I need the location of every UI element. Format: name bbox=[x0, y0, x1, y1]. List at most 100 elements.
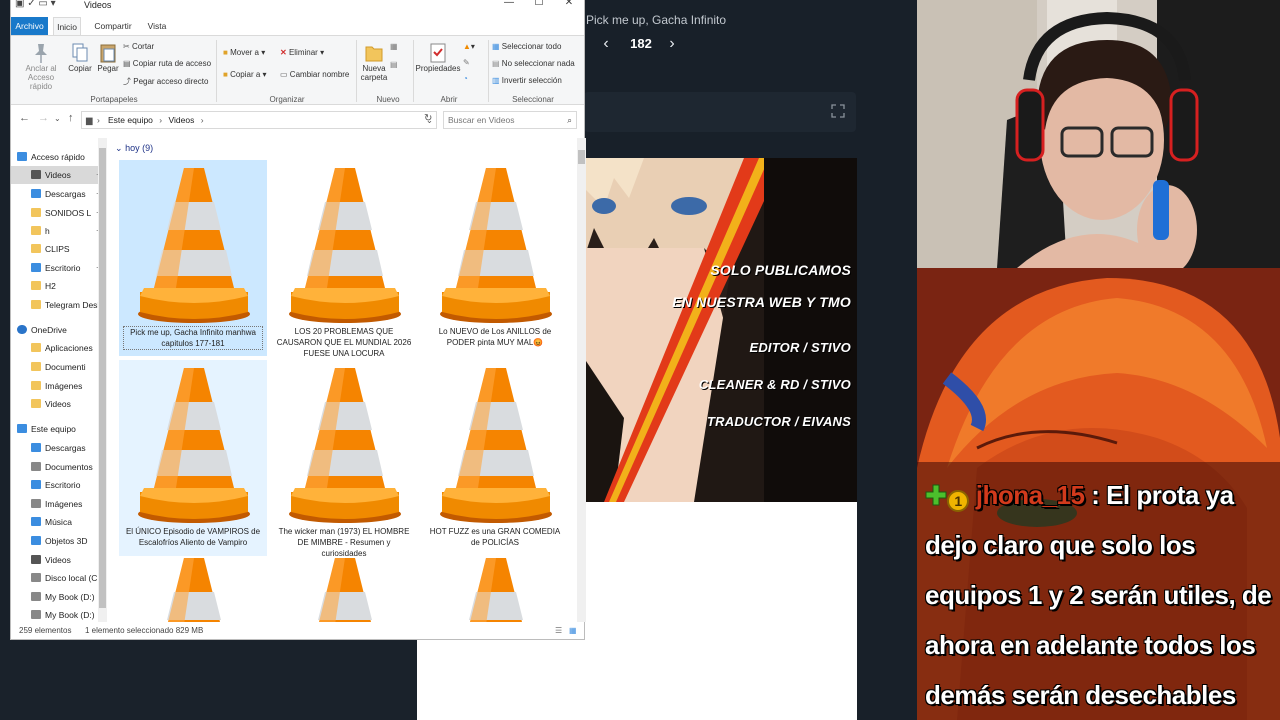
recent-chevron-icon[interactable]: ⌄ bbox=[54, 114, 61, 123]
content-scrollbar[interactable] bbox=[577, 138, 586, 622]
maximize-button[interactable]: ☐ bbox=[525, 0, 553, 11]
file-tile[interactable] bbox=[119, 550, 267, 622]
invert-selection-button[interactable]: ▥ Invertir selección bbox=[492, 76, 562, 85]
search-icon: ⌕ bbox=[567, 115, 572, 125]
sidebar-item[interactable]: Documentos bbox=[11, 458, 103, 476]
sidebar-item[interactable]: Videos bbox=[11, 551, 103, 569]
select-none-button[interactable]: ▤ No seleccionar nada bbox=[492, 59, 575, 68]
drive-icon bbox=[31, 573, 41, 582]
sidebar-item[interactable]: Imágenes bbox=[11, 377, 103, 395]
rename-button[interactable]: ▭ Cambiar nombre bbox=[280, 70, 349, 79]
tab-home[interactable]: Inicio bbox=[53, 17, 81, 35]
path-icon: ▤ bbox=[123, 59, 131, 68]
details-view-icon[interactable]: ☰ bbox=[555, 622, 562, 639]
sidebar-item[interactable]: CLIPS bbox=[11, 240, 103, 258]
file-tile[interactable]: El ÚNICO Episodio de VAMPIROS de Escalof… bbox=[119, 360, 267, 556]
sidebar-item[interactable]: Música bbox=[11, 513, 103, 531]
history-button[interactable]: ◔ bbox=[463, 74, 468, 83]
sidebar-item[interactable]: Este equipo bbox=[11, 420, 103, 438]
sidebar-item[interactable]: SONIDOS L⊸ bbox=[11, 204, 103, 222]
sidebar-item[interactable]: Telegram Desk bbox=[11, 296, 103, 314]
group-header[interactable]: ⌄ hoy (9) bbox=[115, 143, 153, 154]
reader-toolbar-panel bbox=[584, 92, 856, 132]
pin-quick-access-button[interactable]: Anclar al Acceso rápido bbox=[19, 42, 63, 91]
sidebar-item[interactable]: My Book (D:) bbox=[11, 606, 103, 622]
nav-scrollbar[interactable] bbox=[98, 138, 107, 622]
new-folder-button[interactable]: Nueva carpeta bbox=[359, 42, 389, 82]
sidebar-item[interactable]: Descargas bbox=[11, 439, 103, 457]
file-tile[interactable]: HOT FUZZ es una GRAN COMEDIA de POLICÍAS bbox=[421, 360, 569, 556]
ribbon-tabs: Archivo Inicio Compartir Vista ⌄ ? bbox=[11, 17, 584, 48]
easy-access-icon: ▤ bbox=[390, 60, 398, 69]
paste-shortcut-button[interactable]: ⤴ Pegar acceso directo bbox=[123, 76, 208, 87]
sidebar-item-label: Descargas bbox=[45, 443, 86, 453]
expand-icon[interactable] bbox=[830, 103, 846, 119]
plus-badge-icon bbox=[925, 472, 947, 506]
chevron-right-icon[interactable]: › bbox=[662, 34, 682, 54]
new-item-icon: ▦ bbox=[390, 42, 398, 51]
sidebar-item[interactable]: Documenti bbox=[11, 358, 103, 376]
easy-access-button[interactable]: ▤ bbox=[390, 60, 398, 69]
open-button[interactable]: ▲▾ bbox=[463, 42, 475, 51]
select-none-label: No seleccionar nada bbox=[501, 59, 575, 68]
up-arrow-icon[interactable]: ↑ bbox=[68, 112, 74, 124]
copy-button[interactable]: Copiar bbox=[67, 42, 93, 73]
breadcrumb-root[interactable]: Este equipo bbox=[108, 115, 153, 125]
file-tile[interactable] bbox=[270, 550, 418, 622]
chevron-down-icon: ⌄ bbox=[115, 143, 123, 153]
file-name: El ÚNICO Episodio de VAMPIROS de Escalof… bbox=[125, 527, 261, 547]
forward-arrow-icon[interactable]: → bbox=[38, 112, 49, 124]
move-to-label: Mover a bbox=[230, 48, 259, 57]
file-tile[interactable] bbox=[421, 550, 569, 622]
sidebar-item[interactable]: Objetos 3D bbox=[11, 532, 103, 550]
select-all-button[interactable]: ▦ Seleccionar todo bbox=[492, 42, 561, 51]
delete-button[interactable]: ✕ Eliminar ▾ bbox=[280, 48, 324, 57]
address-input[interactable]: ▆ › Este equipo › Videos › ⌄ bbox=[81, 111, 437, 129]
refresh-icon[interactable]: ↻ bbox=[424, 113, 432, 124]
sidebar-item[interactable]: Disco local (C: bbox=[11, 569, 103, 587]
copy-to-button[interactable]: ■ Copiar a ▾ bbox=[223, 70, 267, 79]
chat-username[interactable]: jhona_15 bbox=[976, 480, 1085, 510]
file-tile[interactable]: Pick me up, Gacha Infinito manhwa capitu… bbox=[119, 160, 267, 356]
sidebar-item[interactable]: Videos⊸ bbox=[11, 166, 103, 184]
sidebar-item[interactable]: Acceso rápido bbox=[11, 148, 103, 166]
quick-access-toolbar[interactable]: ▣ ✓ ▭ ▾ bbox=[15, 0, 56, 9]
breadcrumb-folder[interactable]: Videos bbox=[169, 115, 195, 125]
tab-view[interactable]: Vista bbox=[144, 17, 170, 35]
file-tile[interactable]: Lo NUEVO de Los ANILLOS de PODER pinta M… bbox=[421, 160, 569, 356]
folder-icon bbox=[31, 208, 41, 217]
cut-button[interactable]: ✂ Cortar bbox=[123, 42, 154, 51]
sidebar-item[interactable]: OneDrive bbox=[11, 321, 103, 339]
edit-button[interactable]: ✎ bbox=[463, 58, 470, 67]
copy-path-button[interactable]: ▤ Copiar ruta de acceso bbox=[123, 59, 211, 68]
sidebar-item[interactable]: Imágenes bbox=[11, 495, 103, 513]
sidebar-item-label: Videos bbox=[45, 555, 71, 565]
tab-file[interactable]: Archivo bbox=[11, 17, 48, 35]
file-tile[interactable]: LOS 20 PROBLEMAS QUE CAUSARON QUE EL MUN… bbox=[270, 160, 418, 358]
sidebar-item[interactable]: Videos bbox=[11, 395, 103, 413]
minimize-button[interactable]: — bbox=[495, 0, 523, 11]
sidebar-item-label: Descargas bbox=[45, 189, 86, 199]
new-item-button[interactable]: ▦ bbox=[390, 42, 398, 51]
sidebar-item[interactable]: h⊸ bbox=[11, 222, 103, 240]
close-button[interactable]: ✕ bbox=[555, 0, 583, 11]
paste-button[interactable]: Pegar bbox=[95, 42, 121, 73]
move-to-button[interactable]: ■ Mover a ▾ bbox=[223, 48, 265, 57]
sidebar-item[interactable]: Aplicaciones bbox=[11, 339, 103, 357]
sidebar-item[interactable]: H2 bbox=[11, 277, 103, 295]
chapter-number[interactable]: 182 bbox=[624, 36, 658, 51]
sidebar-item[interactable]: Escritorio bbox=[11, 476, 103, 494]
tiles-view-icon[interactable]: ▦ bbox=[569, 622, 577, 639]
file-tile[interactable]: The wicker man (1973) EL HOMBRE DE MIMBR… bbox=[270, 360, 418, 558]
manga-title[interactable]: Pick me up, Gacha Infinito bbox=[586, 13, 726, 27]
tab-share[interactable]: Compartir bbox=[91, 17, 135, 35]
sidebar-item[interactable]: Descargas⊸ bbox=[11, 185, 103, 203]
chevron-left-icon[interactable]: ‹ bbox=[596, 34, 616, 54]
back-arrow-icon[interactable]: ← bbox=[19, 112, 30, 124]
sidebar-item[interactable]: My Book (D:) bbox=[11, 588, 103, 606]
content-scroll-thumb[interactable] bbox=[578, 150, 585, 164]
nav-scroll-thumb[interactable] bbox=[99, 148, 106, 608]
properties-button[interactable]: Propiedades bbox=[415, 42, 461, 73]
sidebar-item[interactable]: Escritorio⊸ bbox=[11, 259, 103, 277]
search-input[interactable]: Buscar en Videos ⌕ bbox=[443, 111, 577, 129]
